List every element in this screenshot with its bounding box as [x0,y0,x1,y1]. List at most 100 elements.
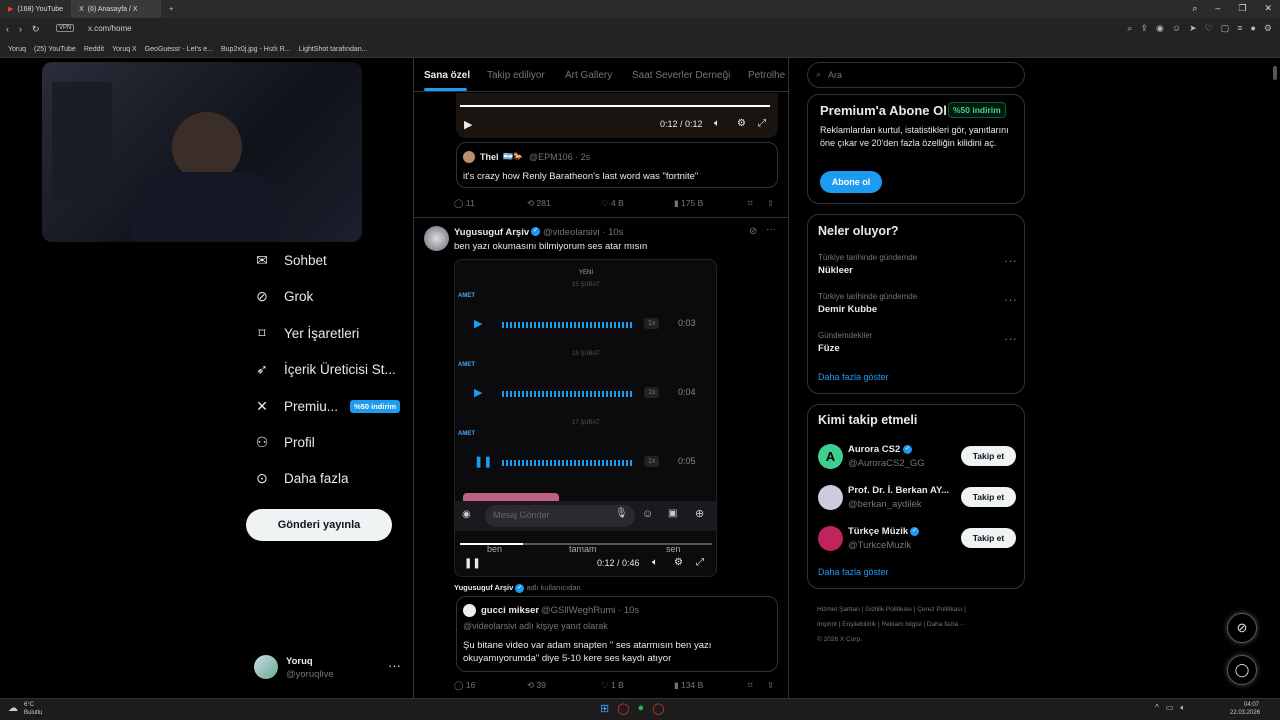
show-more-link[interactable]: Daha fazla göster [818,372,889,382]
subscribe-button[interactable]: Abone ol [820,171,882,193]
follow-button[interactable]: Takip et [961,446,1016,466]
scrollbar-thumb[interactable] [1273,66,1277,80]
video-player[interactable]: YENİ 15 ŞUBAT AMET ▶ 1x 0:03 16 ŞUBAT AM… [454,259,717,577]
bookmark-button[interactable]: ⌑ [748,198,752,209]
box-icon[interactable]: ▢ [1221,23,1230,34]
nav-profile[interactable]: ⚇ Profil [254,434,315,450]
browser-tab-youtube[interactable]: ▶ (168) YouTube [0,0,71,18]
quoted-post[interactable]: gucci mikser @GSllWeghRumi · 10s @videol… [456,596,778,672]
vpn-badge[interactable]: VPN [56,24,75,32]
views-button[interactable]: ▮ 175 B [674,198,703,209]
post-author[interactable]: Yugusuguf Arşiv [454,227,529,238]
nav-more[interactable]: ⊙ Daha fazla [254,470,348,486]
add-icon[interactable]: ⊕ [695,507,704,520]
account-switcher[interactable]: Yoruq @yoruqlive ··· [254,655,404,681]
like-button[interactable]: ♡ 4 B [601,198,624,209]
quoted-post[interactable]: Thel 🇦🇷🐎 @EPM106 · 2s it's crazy how Ren… [456,142,778,188]
settings-icon[interactable]: ⚙ [737,118,746,129]
sticker-icon[interactable]: ▣ [668,508,677,519]
settings-icon[interactable]: ⚙ [674,557,683,568]
camera-icon[interactable]: ◉ [1156,23,1164,34]
windows-start-icon[interactable]: ⊞ [600,702,609,715]
more-icon[interactable]: ··· [766,224,776,235]
reload-icon[interactable]: ↻ [32,24,40,35]
tab-art-gallery[interactable]: Art Gallery [565,70,612,81]
spotify-icon[interactable]: ● [638,702,645,715]
fullscreen-icon[interactable]: ⤢ [696,557,704,568]
follow-suggestion[interactable]: Türkçe Müzik ✓ @TurkceMuzik Takip et [808,524,1026,554]
share-icon[interactable]: ⇪ [1140,23,1148,34]
opera-gx-icon[interactable]: ◯ [617,702,629,715]
settings-icon[interactable]: ⚙ [1264,23,1272,34]
repost-button[interactable]: ⟲ 39 [527,680,546,691]
play-icon[interactable]: ▶ [464,118,472,131]
follow-suggestion[interactable]: Prof. Dr. İ. Berkan AY... @berkan_aydile… [808,483,1026,513]
bookmark-image[interactable]: Bup2x0j.jpg - Hızlı R... [221,46,291,53]
fullscreen-icon[interactable]: ⤢ [758,118,766,129]
maximize-icon[interactable]: ❐ [1238,3,1246,14]
views-button[interactable]: ▮ 134 B [674,680,703,691]
tab-for-you[interactable]: Sana özel [424,70,470,81]
browser-tab-x[interactable]: X (6) Anasayfa / X [71,0,162,18]
chevron-up-icon[interactable]: ^ [1155,703,1159,713]
like-button[interactable]: ♡ 1 B [601,680,624,691]
new-tab-button[interactable]: + [161,0,181,18]
extension-icon[interactable]: ☺ [1172,23,1181,34]
close-window-icon[interactable]: ✕ [1264,3,1272,14]
reply-button[interactable]: ◯ 11 [454,198,475,209]
bookmark-lightshot[interactable]: LightShot tarafından... [299,46,368,53]
bookmark-yoruq-x[interactable]: Yoruq X [112,46,137,53]
volume-icon[interactable]: 🔈︎ [714,118,720,129]
tab-saat-severler[interactable]: Saat Severler Derneği [632,70,730,81]
search-icon[interactable]: ⌕ [1127,23,1132,34]
url-field[interactable]: x.com/home [88,24,132,33]
follow-suggestion[interactable]: A Aurora CS2 ✓ @AuroraCS2_GG Takip et [808,442,1026,472]
voice-message[interactable]: ▶ 1x 0:03 [458,303,713,345]
tab-petrolhe[interactable]: Petrolhe [748,70,785,81]
messages-float-button[interactable]: ◯ [1227,655,1257,685]
play-icon[interactable]: ▶ [474,386,482,399]
volume-icon[interactable]: 🔈︎ [652,557,658,568]
opera-icon[interactable]: ◯ [652,702,664,715]
trend-item[interactable]: Türkiye tarihinde gündemde Nükleer ··· [818,253,1018,276]
back-icon[interactable]: ‹ [6,24,9,35]
avatar[interactable] [424,226,449,251]
camera-icon[interactable]: ◉ [462,509,471,520]
bookmark-yoruq[interactable]: Yoruq [8,46,26,53]
pause-icon[interactable]: ❚❚ [464,558,481,569]
search-input[interactable]: ⌕ Ara [807,62,1025,88]
emoji-icon[interactable]: ☺ [642,508,653,520]
menu-icon[interactable]: ≡ [1237,23,1242,34]
voice-message[interactable]: ❚❚ 1x 0:05 [458,441,713,483]
network-icon[interactable]: ▭ [1166,703,1174,713]
clock-time[interactable]: 04:07 [1244,702,1259,708]
weather-text[interactable]: Bulutlu [24,710,42,716]
minimize-icon[interactable]: – [1215,3,1220,14]
bookmark-youtube[interactable]: (25) YouTube [34,46,76,53]
nav-grok[interactable]: ⊘ Grok [254,288,313,304]
message-input[interactable]: Mesaj Gönder [485,505,635,527]
grok-icon[interactable]: ⊘ [749,226,757,237]
repost-button[interactable]: ⟲ 281 [527,198,551,209]
show-more-link[interactable]: Daha fazla göster [818,567,889,577]
forward-icon[interactable]: › [19,24,22,35]
post-button[interactable]: Gönderi yayınla [246,509,392,541]
video-progress[interactable] [460,105,770,107]
nav-creator-studio[interactable]: ➶ İçerik Üreticisi St... [254,361,396,377]
send-icon[interactable]: ➤ [1189,23,1197,34]
nav-chat[interactable]: ✉ Sohbet [254,252,327,268]
volume-icon[interactable]: 🔈︎ [1180,703,1185,713]
search-tabs-icon[interactable]: ⌕ [1192,3,1197,14]
share-button[interactable]: ⇪ [767,680,774,691]
voice-message[interactable]: ▶ 1x 0:04 [458,372,713,414]
heart-icon[interactable]: ♡ [1205,23,1213,34]
bookmark-geoguessr[interactable]: GeoGuessr - Let's e... [145,46,213,53]
bookmark-button[interactable]: ⌑ [748,680,752,691]
share-button[interactable]: ⇪ [767,198,774,209]
weather-temp[interactable]: 6°C [24,702,34,708]
video-player[interactable]: ▶ 0:12 / 0:12 🔈︎ ⚙ ⤢ [456,93,778,138]
pause-icon[interactable]: ❚❚ [474,455,492,468]
trend-item[interactable]: Gündemdekiler Füze ··· [818,331,1018,354]
play-icon[interactable]: ▶ [474,317,482,330]
trend-item[interactable]: Türkiye tarihinde gündemde Demir Kubbe ·… [818,292,1018,315]
